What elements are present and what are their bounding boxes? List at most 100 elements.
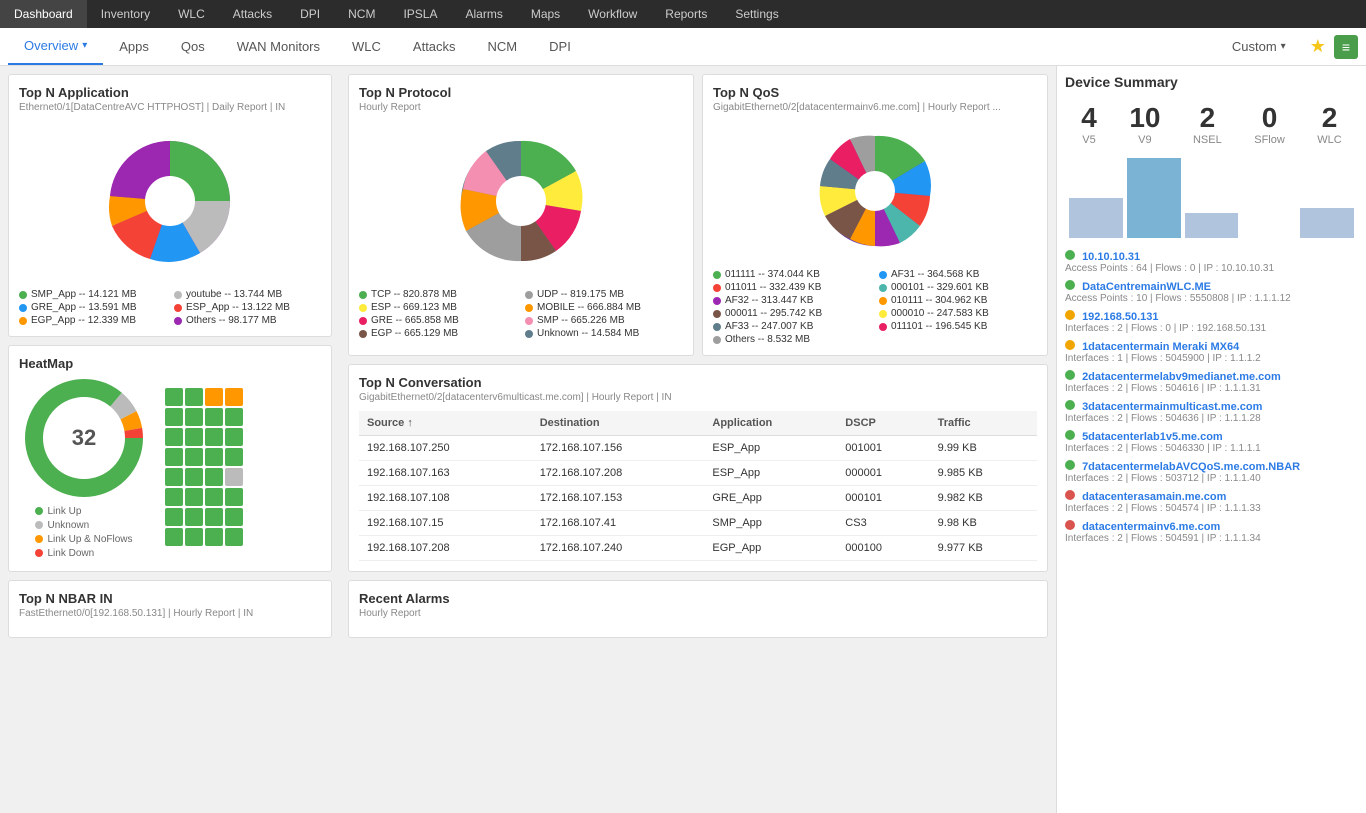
subnav-wlc[interactable]: WLC: [336, 28, 397, 65]
top-n-nbar-title: Top N NBAR IN: [19, 591, 321, 606]
device-name-row: datacentermainv6.me.com: [1065, 520, 1358, 533]
subnav-apps[interactable]: Apps: [103, 28, 165, 65]
nav-workflow[interactable]: Workflow: [574, 0, 651, 28]
top-n-nbar-card: Top N NBAR IN FastEthernet0/0[192.168.50…: [8, 580, 332, 638]
nav-dpi[interactable]: DPI: [286, 0, 334, 28]
top-n-protocol-chart: [359, 121, 683, 281]
top-n-qos-card: Top N QoS GigabitEthernet0/2[datacenterm…: [702, 74, 1048, 356]
dashboard-menu-button[interactable]: ≡: [1334, 35, 1358, 59]
device-status-icon: [1065, 400, 1075, 410]
device-status-icon: [1065, 430, 1075, 440]
heatmap-legend: Link Up Unknown Link Up & NoFlows Link D…: [35, 503, 132, 561]
legend-dot: [174, 291, 182, 299]
nav-wlc[interactable]: WLC: [164, 0, 219, 28]
device-status-icon: [1065, 250, 1075, 260]
nav-reports[interactable]: Reports: [651, 0, 721, 28]
top-n-qos-chart: [713, 121, 1037, 261]
left-panel: Top N Application Ethernet0/1[DataCentre…: [0, 66, 340, 813]
list-item[interactable]: datacentermainv6.me.com Interfaces : 2 |…: [1065, 520, 1358, 544]
subnav-wan-monitors[interactable]: WAN Monitors: [221, 28, 336, 65]
cell-source: 192.168.107.250: [359, 436, 532, 461]
device-name: datacentermainv6.me.com: [1082, 521, 1220, 533]
right-panel: Device Summary 4 V5 10 V9 2 NSEL 0 SFlow…: [1056, 66, 1366, 813]
subnav-overview[interactable]: Overview ▾: [8, 28, 103, 65]
list-item[interactable]: 7datacentermelabAVCQoS.me.com.NBAR Inter…: [1065, 460, 1358, 484]
recent-alarms-card: Recent Alarms Hourly Report: [348, 580, 1048, 638]
nav-alarms[interactable]: Alarms: [451, 0, 516, 28]
legend-item: GRE_App -- 13.591 MB: [19, 302, 166, 313]
device-name-row: 192.168.50.131: [1065, 310, 1358, 323]
bar-v9: [1127, 158, 1181, 238]
table-row: 192.168.107.208172.168.107.240EGP_App000…: [359, 536, 1037, 561]
cell-dscp: 000101: [837, 486, 929, 511]
device-name: 3datacentermainmulticast.me.com: [1082, 401, 1262, 413]
device-status-icon: [1065, 340, 1075, 350]
bar-wlc: [1300, 208, 1354, 238]
cell-traffic: 9.982 KB: [930, 486, 1037, 511]
cell-application: ESP_App: [704, 461, 837, 486]
subnav-ncm[interactable]: NCM: [472, 28, 534, 65]
device-bar-chart: [1065, 158, 1358, 238]
top-n-app-legend: SMP_App -- 14.121 MB youtube -- 13.744 M…: [19, 289, 321, 326]
device-name: 2datacentermelabv9medianet.me.com: [1082, 371, 1281, 383]
list-item[interactable]: 192.168.50.131 Interfaces : 2 | Flows : …: [1065, 310, 1358, 334]
list-item[interactable]: 2datacentermelabv9medianet.me.com Interf…: [1065, 370, 1358, 394]
cell-source: 192.168.107.15: [359, 511, 532, 536]
device-name: 192.168.50.131: [1082, 311, 1158, 323]
device-status-icon: [1065, 490, 1075, 500]
list-item[interactable]: DataCentremainWLC.ME Access Points : 10 …: [1065, 280, 1358, 304]
sub-navigation: Overview ▾ Apps Qos WAN Monitors WLC Att…: [0, 28, 1366, 66]
legend-dot: [19, 317, 27, 325]
device-meta: Access Points : 10 | Flows : 5550808 | I…: [1065, 293, 1358, 304]
device-meta: Interfaces : 2 | Flows : 504574 | IP : 1…: [1065, 503, 1358, 514]
device-name-row: 1datacentermain Meraki MX64: [1065, 340, 1358, 353]
nav-inventory[interactable]: Inventory: [87, 0, 164, 28]
device-name-row: 2datacentermelabv9medianet.me.com: [1065, 370, 1358, 383]
top-n-qos-legend: 011111 -- 374.044 KB AF31 -- 364.568 KB …: [713, 269, 1037, 345]
nav-attacks[interactable]: Attacks: [219, 0, 286, 28]
legend-item: ESP_App -- 13.122 MB: [174, 302, 321, 313]
recent-alarms-title: Recent Alarms: [359, 591, 1037, 606]
cell-source: 192.168.107.163: [359, 461, 532, 486]
top-n-conversation-title: Top N Conversation: [359, 375, 1037, 390]
cell-application: GRE_App: [704, 486, 837, 511]
subnav-right: Custom ▾ ★ ≡: [1216, 35, 1358, 59]
table-row: 192.168.107.163172.168.107.208ESP_App000…: [359, 461, 1037, 486]
cell-destination: 172.168.107.208: [532, 461, 705, 486]
device-name-row: DataCentremainWLC.ME: [1065, 280, 1358, 293]
nav-dashboard[interactable]: Dashboard: [0, 0, 87, 28]
subnav-custom[interactable]: Custom ▾: [1216, 39, 1302, 54]
top-n-conversation-card: Top N Conversation GigabitEthernet0/2[da…: [348, 364, 1048, 572]
top-n-nbar-subtitle: FastEthernet0/0[192.168.50.131] | Hourly…: [19, 608, 321, 619]
col-traffic: Traffic: [930, 411, 1037, 436]
device-status-icon: [1065, 460, 1075, 470]
device-meta: Interfaces : 2 | Flows : 504616 | IP : 1…: [1065, 383, 1358, 394]
nav-ipsla[interactable]: IPSLA: [389, 0, 451, 28]
heatmap-grid: [165, 388, 243, 546]
nav-settings[interactable]: Settings: [721, 0, 792, 28]
cell-destination: 172.168.107.41: [532, 511, 705, 536]
device-meta: Access Points : 64 | Flows : 0 | IP : 10…: [1065, 263, 1358, 274]
device-summary-title: Device Summary: [1065, 74, 1358, 90]
legend-item: SMP_App -- 14.121 MB: [19, 289, 166, 300]
center-panel: Top N Protocol Hourly Report: [340, 66, 1056, 813]
cell-source: 192.168.107.208: [359, 536, 532, 561]
count-wlc: 2 WLC: [1317, 102, 1341, 146]
favorite-button[interactable]: ★: [1310, 36, 1326, 57]
subnav-dpi[interactable]: DPI: [533, 28, 587, 65]
top-n-conversation-subtitle: GigabitEthernet0/2[datacenterv6multicast…: [359, 392, 1037, 403]
top-n-qos-title: Top N QoS: [713, 85, 1037, 100]
nav-ncm[interactable]: NCM: [334, 0, 389, 28]
subnav-attacks[interactable]: Attacks: [397, 28, 472, 65]
list-item[interactable]: 3datacentermainmulticast.me.com Interfac…: [1065, 400, 1358, 424]
device-counts: 4 V5 10 V9 2 NSEL 0 SFlow 2 WLC: [1065, 102, 1358, 146]
nav-maps[interactable]: Maps: [517, 0, 574, 28]
list-item[interactable]: 10.10.10.31 Access Points : 64 | Flows :…: [1065, 250, 1358, 274]
table-header-row: Source ↑ Destination Application DSCP Tr…: [359, 411, 1037, 436]
list-item[interactable]: datacenterasamain.me.com Interfaces : 2 …: [1065, 490, 1358, 514]
list-item[interactable]: 5datacenterlab1v5.me.com Interfaces : 2 …: [1065, 430, 1358, 454]
top-n-protocol-legend: TCP -- 820.878 MB UDP -- 819.175 MB ESP …: [359, 289, 683, 339]
list-item[interactable]: 1datacentermain Meraki MX64 Interfaces :…: [1065, 340, 1358, 364]
device-status-icon: [1065, 310, 1075, 320]
subnav-qos[interactable]: Qos: [165, 28, 221, 65]
